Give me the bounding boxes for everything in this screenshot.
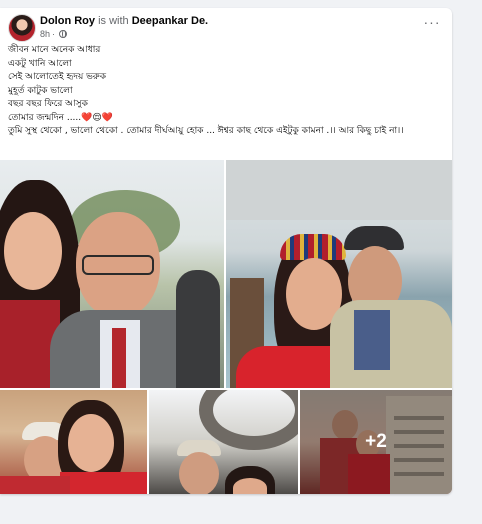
- photo-1[interactable]: [0, 160, 224, 388]
- post-line: জীবন মানে অনেক আধার: [8, 45, 101, 55]
- post-meta: 8h ·: [40, 29, 68, 39]
- post-line: বছর বছর ফিরে আসুক: [8, 99, 88, 109]
- globe-icon: [59, 30, 68, 38]
- photo-4[interactable]: [149, 390, 298, 494]
- photo-woman-face: [4, 212, 62, 290]
- photo-woman-top: [60, 472, 147, 494]
- photo-woman-face: [68, 414, 114, 472]
- avatar[interactable]: [8, 14, 36, 42]
- photo-woman-face: [233, 478, 267, 494]
- post-line: একটু খানি আলো: [8, 58, 72, 69]
- tagged-name[interactable]: Deepankar De.: [132, 15, 208, 27]
- photo-man-tie: [112, 328, 126, 388]
- photo-2[interactable]: [226, 160, 452, 388]
- photo-man-jacket: [330, 300, 452, 388]
- post-line: মুহূর্ত কাটুক ভালো: [8, 85, 73, 96]
- more-options-button[interactable]: ···: [420, 15, 444, 34]
- meta-separator: ·: [52, 29, 56, 39]
- photo-3[interactable]: [0, 390, 147, 494]
- post-time[interactable]: 8h: [40, 29, 50, 39]
- photo-man-shirt: [354, 310, 390, 370]
- post-line: তুমি সুস্থ থেকো , ভালো থেকো . তোমার দীর্…: [8, 126, 404, 136]
- photo-man-face: [179, 452, 219, 494]
- post-line: সেই আলোতেই হৃদয় ভরুক: [8, 72, 107, 82]
- photo-5[interactable]: +2: [300, 390, 452, 494]
- post-line: তোমার জন্মদিন .....❤️😌❤️: [8, 112, 113, 123]
- post-text: জীবন মানে অনেক আধার একটু খানি আলো সেই আল…: [8, 44, 444, 139]
- photo-man-glasses: [82, 255, 154, 275]
- more-photos-count: +2: [365, 431, 387, 452]
- author-name[interactable]: Dolon Roy: [40, 15, 95, 27]
- more-photos-overlay[interactable]: +2: [300, 390, 452, 494]
- post-card: Dolon Roy is with Deepankar De. 8h · ···…: [0, 8, 452, 494]
- photo-woman-cap: [280, 234, 346, 260]
- post-header: Dolon Roy is with Deepankar De. 8h · ···: [8, 14, 444, 44]
- with-text: is with: [98, 15, 129, 27]
- photo-ceiling: [226, 160, 452, 220]
- photo-man-shirt: [0, 476, 70, 494]
- post-author-line: Dolon Roy is with Deepankar De.: [40, 15, 208, 27]
- photo-bystander: [176, 270, 220, 388]
